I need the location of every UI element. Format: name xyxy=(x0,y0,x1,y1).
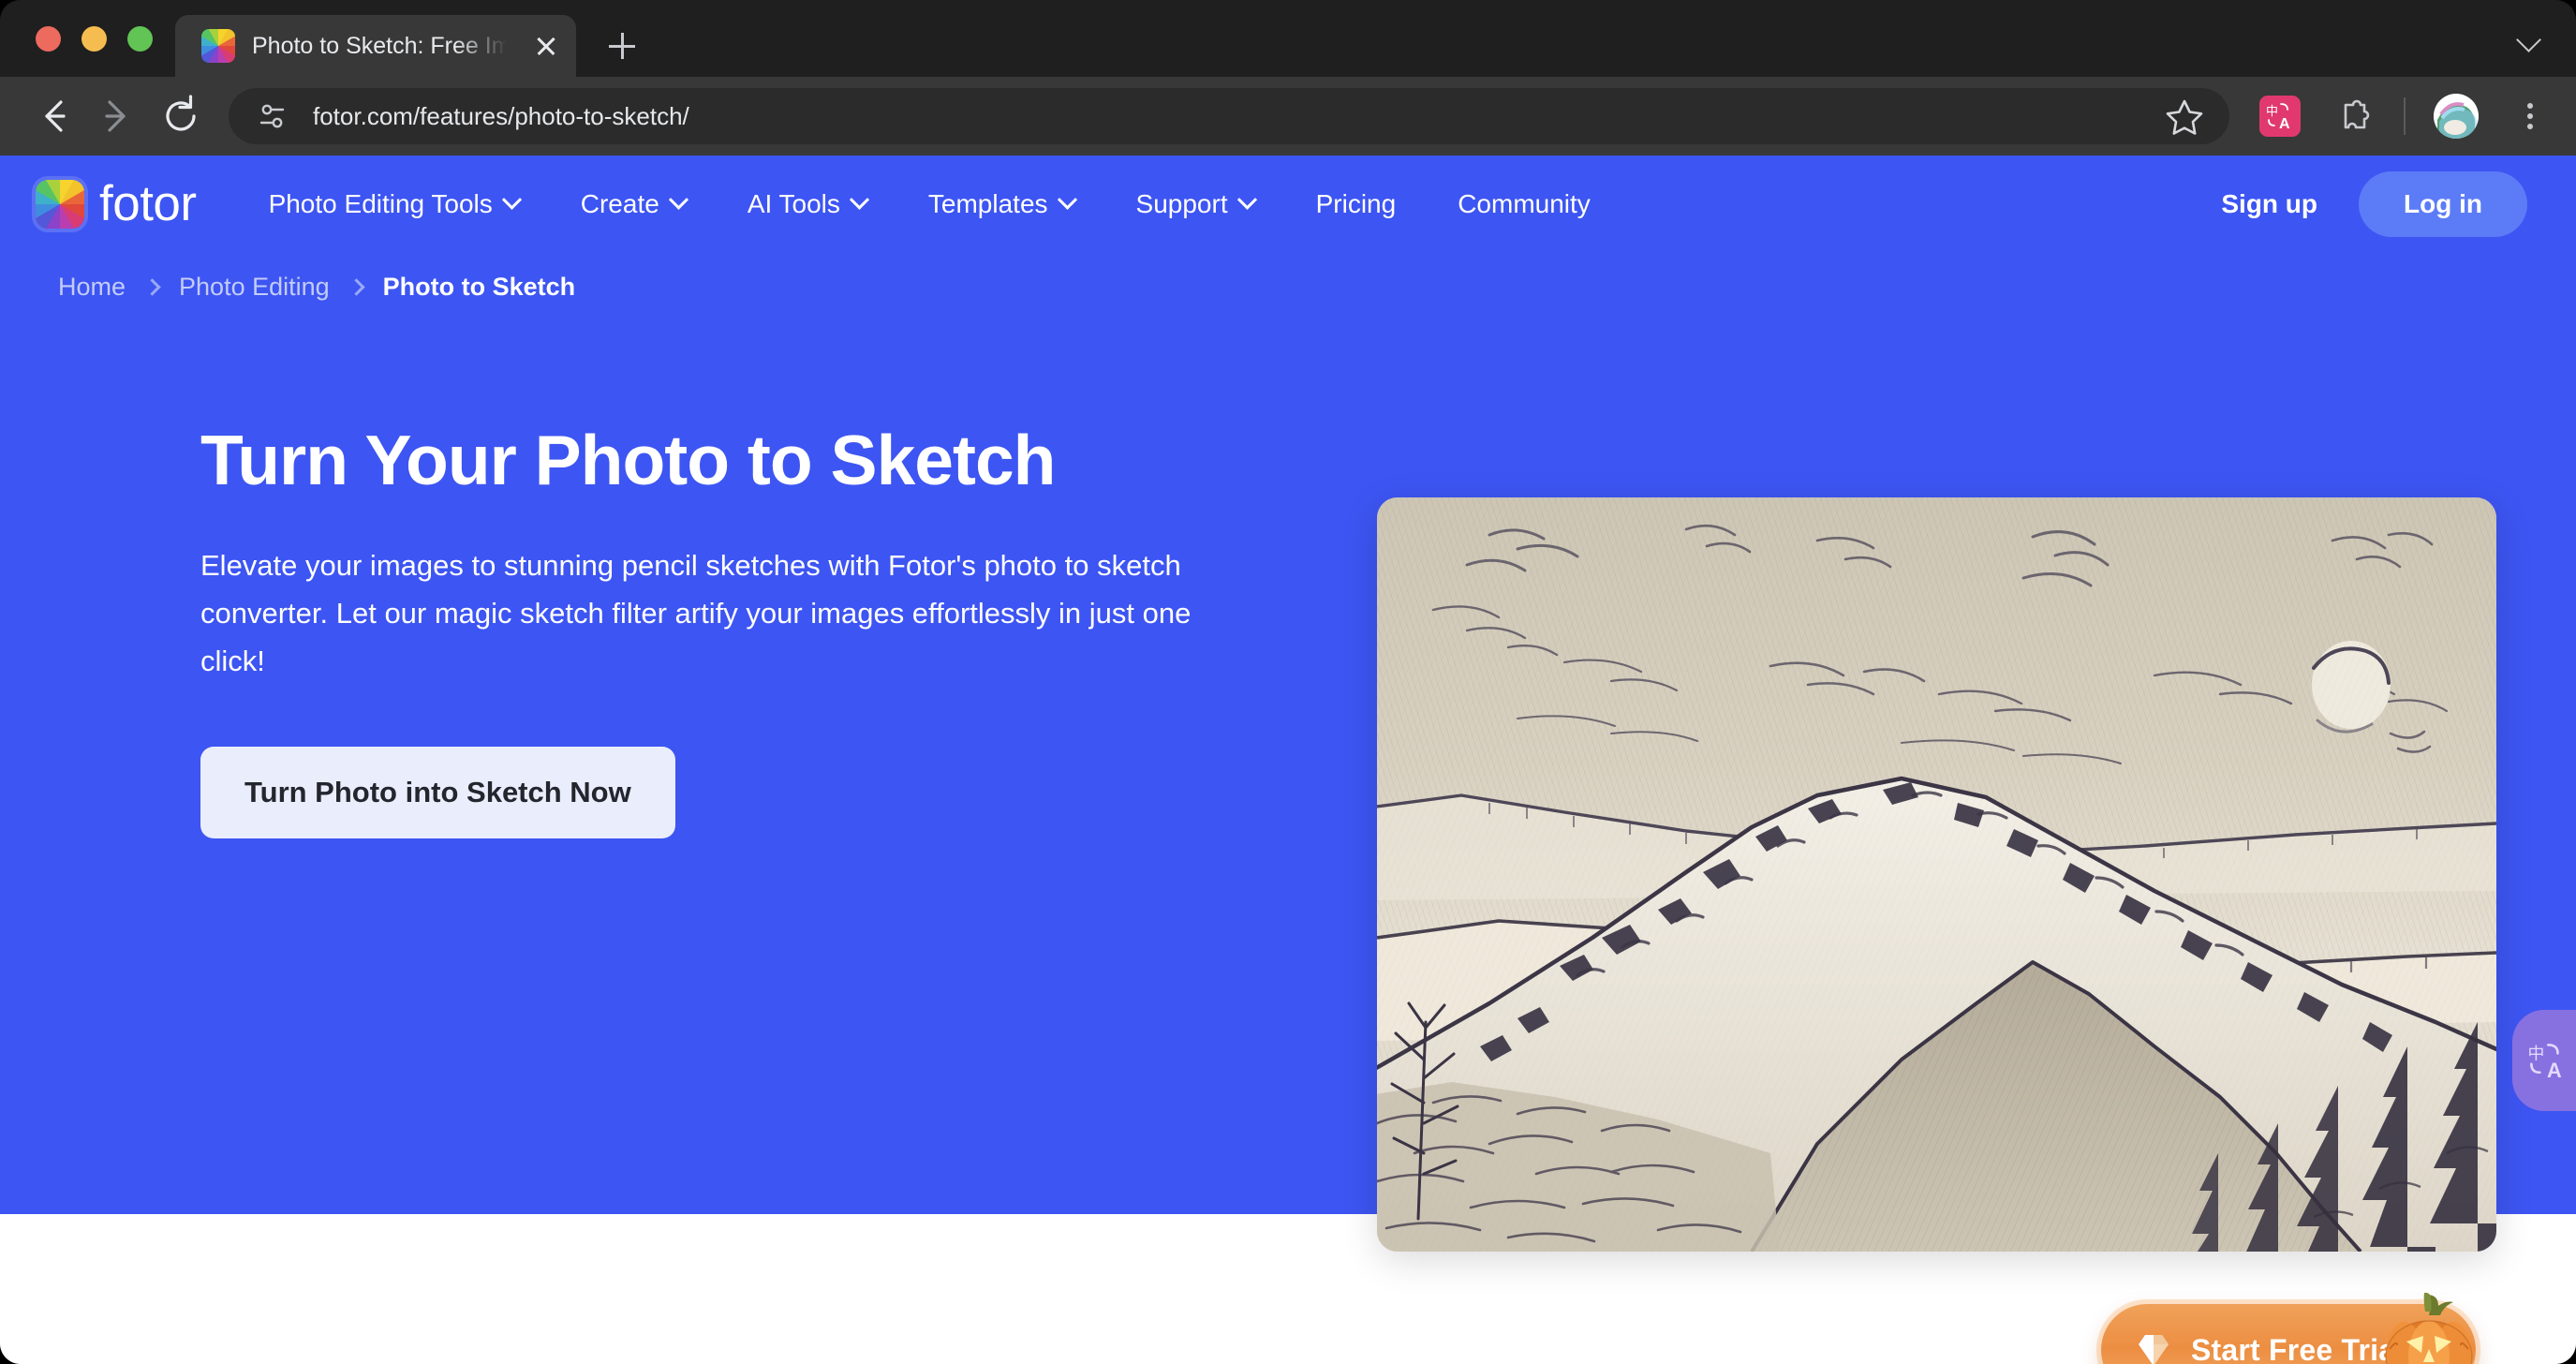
url-text[interactable]: fotor.com/features/photo-to-sketch/ xyxy=(313,102,2141,131)
hero-text-column: Turn Your Photo to Sketch Elevate your i… xyxy=(58,369,1229,838)
start-free-trial-button[interactable]: Start Free Trial xyxy=(2101,1292,2476,1364)
nav-item-label: Community xyxy=(1458,188,1591,218)
browser-toolbar: fotor.com/features/photo-to-sketch/ 中 A xyxy=(0,77,2576,156)
browser-tab-strip: Photo to Sketch: Free Image t xyxy=(0,0,2576,77)
translate-widget-tab[interactable]: 中 A xyxy=(2512,1010,2576,1111)
address-bar[interactable]: fotor.com/features/photo-to-sketch/ xyxy=(229,88,2229,144)
nav-item-support[interactable]: Support xyxy=(1105,156,1285,252)
hero-description: Elevate your images to stunning pencil s… xyxy=(200,548,1192,677)
nav-item-label: AI Tools xyxy=(747,188,840,218)
brand-name: fotor xyxy=(99,176,197,231)
site-navigation-bar: fotor Photo Editing Tools Create AI Tool… xyxy=(0,156,2576,252)
svg-text:中: 中 xyxy=(2266,105,2278,119)
browser-window: Photo to Sketch: Free Image t xyxy=(0,0,2576,1364)
star-icon[interactable] xyxy=(2162,94,2207,139)
chevron-down-icon xyxy=(1236,189,1257,210)
hero-section: fotor Photo Editing Tools Create AI Tool… xyxy=(0,156,2576,1364)
diamond-gem-icon xyxy=(2139,1335,2169,1364)
nav-item-label: Create xyxy=(580,188,659,218)
log-in-button[interactable]: Log in xyxy=(2359,170,2527,237)
plus-icon[interactable] xyxy=(597,21,647,71)
reload-icon[interactable] xyxy=(152,87,210,145)
close-icon[interactable] xyxy=(529,29,563,63)
back-arrow-icon[interactable] xyxy=(24,87,82,145)
nav-item-templates[interactable]: Templates xyxy=(897,156,1105,252)
nav-item-community[interactable]: Community xyxy=(1427,156,1621,252)
nav-item-pricing[interactable]: Pricing xyxy=(1285,156,1428,252)
translate-icon: 中 A xyxy=(2528,1044,2562,1082)
breadcrumb: Home Photo Editing Photo to Sketch xyxy=(0,252,2576,302)
page-viewport: fotor Photo Editing Tools Create AI Tool… xyxy=(0,156,2576,1364)
site-settings-icon[interactable] xyxy=(253,96,292,136)
sign-up-button[interactable]: Sign up xyxy=(2189,189,2349,219)
chevron-right-icon xyxy=(143,278,161,296)
close-window-button[interactable] xyxy=(36,25,61,52)
chevron-down-icon[interactable] xyxy=(2497,0,2563,77)
chevron-down-icon xyxy=(1057,189,1077,210)
nav-item-create[interactable]: Create xyxy=(550,156,717,252)
breadcrumb-item-photo-editing[interactable]: Photo Editing xyxy=(179,273,330,302)
nav-item-label: Support xyxy=(1135,188,1228,218)
breadcrumb-item-current: Photo to Sketch xyxy=(382,273,576,301)
jack-o-lantern-icon xyxy=(2385,1292,2473,1364)
svg-text:中: 中 xyxy=(2528,1045,2545,1064)
nav-item-label: Photo Editing Tools xyxy=(268,188,493,218)
nav-item-ai-tools[interactable]: AI Tools xyxy=(717,156,897,252)
tab-title: Photo to Sketch: Free Image t xyxy=(252,32,512,59)
site-logo[interactable]: fotor xyxy=(36,179,197,229)
translate-icon[interactable]: 中 A xyxy=(2259,96,2301,137)
breadcrumb-item-home[interactable]: Home xyxy=(58,273,126,302)
page-title: Turn Your Photo to Sketch xyxy=(200,421,1057,499)
chevron-down-icon xyxy=(849,189,870,210)
nav-item-label: Templates xyxy=(927,188,1048,218)
browser-tab[interactable]: Photo to Sketch: Free Image t xyxy=(175,15,576,77)
avatar-icon[interactable] xyxy=(2434,94,2479,139)
tab-strip-spacer xyxy=(647,0,2497,77)
hero-sketch-image xyxy=(1377,497,2496,1252)
turn-photo-into-sketch-button[interactable]: Turn Photo into Sketch Now xyxy=(200,746,675,838)
puzzle-piece-icon[interactable] xyxy=(2332,95,2376,138)
chevron-down-icon xyxy=(501,189,522,210)
window-traffic-lights xyxy=(0,0,175,77)
chevron-right-icon xyxy=(347,278,365,296)
forward-arrow-icon[interactable] xyxy=(88,87,146,145)
nav-item-photo-editing-tools[interactable]: Photo Editing Tools xyxy=(238,156,550,252)
fotor-logo-icon xyxy=(201,29,235,63)
chevron-down-icon xyxy=(668,189,688,210)
svg-text:A: A xyxy=(2279,116,2290,132)
nav-item-label: Pricing xyxy=(1315,188,1397,218)
kebab-menu-icon[interactable] xyxy=(2509,95,2552,138)
fotor-color-wheel-icon xyxy=(36,179,84,229)
svg-text:A: A xyxy=(2547,1059,2562,1082)
minimize-window-button[interactable] xyxy=(81,25,107,52)
maximize-window-button[interactable] xyxy=(127,25,153,52)
toolbar-divider xyxy=(2404,97,2406,135)
